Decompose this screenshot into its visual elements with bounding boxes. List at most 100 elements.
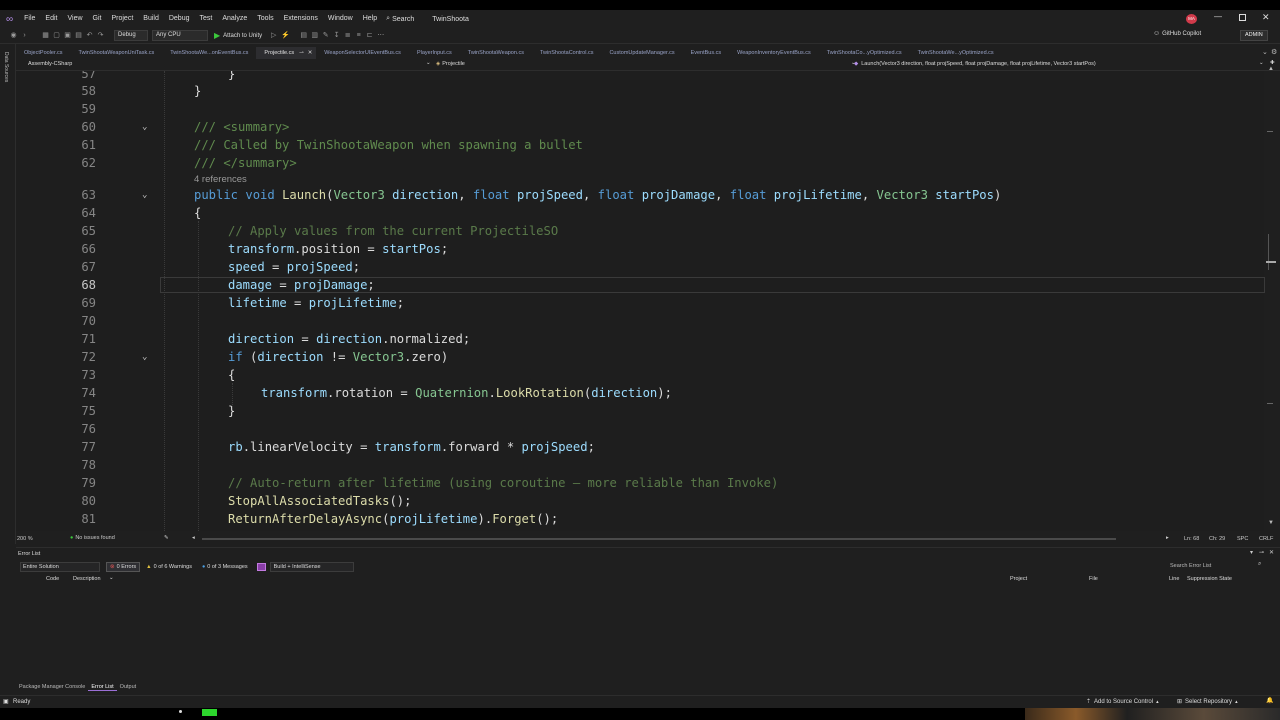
project-dropdown[interactable]: Assembly-CSharp xyxy=(28,61,72,67)
avatar[interactable]: MA xyxy=(1186,14,1197,24)
line-indicator[interactable]: Ln: 68 xyxy=(1184,536,1199,542)
tab-package-manager-console[interactable]: Package Manager Console xyxy=(16,684,88,690)
column-indicator[interactable]: Ch: 29 xyxy=(1209,536,1225,542)
member-dropdown[interactable]: ◆ Launch(Vector3 direction, float projSp… xyxy=(854,61,1096,67)
maximize-icon[interactable] xyxy=(1239,14,1246,21)
bookmark-icon[interactable]: ⊏ xyxy=(366,32,373,39)
close-panel-icon[interactable]: ✕ xyxy=(1269,549,1274,556)
browser-link-icon[interactable]: ▤ xyxy=(300,32,307,39)
menu-tools[interactable]: Tools xyxy=(252,10,278,28)
fold-chevron-icon[interactable]: ⌄ xyxy=(142,118,147,136)
tab-eventbus[interactable]: EventBus.cs xyxy=(683,47,730,59)
build-source-select[interactable]: Build + IntelliSense xyxy=(269,561,354,572)
menu-analyze[interactable]: Analyze xyxy=(217,10,252,28)
tab-twinshootacontrol[interactable]: TwinShootaControl.cs xyxy=(532,47,602,59)
column-suppression-state[interactable]: Suppression State xyxy=(1187,576,1232,582)
hscroll-right-icon[interactable]: ▸ xyxy=(1166,535,1169,541)
search-box[interactable]: ⌕ Search xyxy=(386,15,414,23)
errors-filter-toggle[interactable]: ⊗ 0 Errors xyxy=(106,561,141,572)
open-icon[interactable]: ▢ xyxy=(53,32,60,39)
tab-overflow-icon[interactable]: ⌄ xyxy=(1262,47,1268,59)
warnings-filter-toggle[interactable]: ▲ 0 of 6 Warnings xyxy=(146,564,192,570)
scope-select[interactable]: Entire Solution xyxy=(20,561,100,572)
start-without-debug-icon[interactable]: ▷ xyxy=(270,32,277,39)
tab-error-list[interactable]: Error List xyxy=(88,684,117,691)
type-dropdown[interactable]: ◈ Projectile xyxy=(436,61,465,67)
redo-icon[interactable]: ↷ xyxy=(97,32,104,39)
close-icon[interactable]: ✕ xyxy=(1262,12,1270,23)
hot-reload-icon[interactable]: ⚡ xyxy=(281,32,290,39)
save-all-icon[interactable]: ▤ xyxy=(75,32,82,39)
menu-extensions[interactable]: Extensions xyxy=(279,10,323,28)
menu-git[interactable]: Git xyxy=(88,10,107,28)
tab-objectpooler[interactable]: ObjectPooler.cs xyxy=(16,47,71,59)
tab-twinshootaweaponeventbus[interactable]: TwinShootaWe...onEventBus.cs xyxy=(162,47,256,59)
whitespace-indicator[interactable]: SPC xyxy=(1237,536,1248,542)
data-sources-tab[interactable]: Data Sources xyxy=(3,52,9,82)
configuration-select[interactable]: Debug xyxy=(114,30,148,41)
taskbar-app-icon[interactable] xyxy=(202,709,217,716)
column-line[interactable]: Line xyxy=(1169,576,1179,582)
fold-chevron-icon[interactable]: ⌄ xyxy=(142,348,147,366)
menu-file[interactable]: File xyxy=(19,10,40,28)
select-repository-button[interactable]: ⊞ Select Repository ▴ xyxy=(1177,698,1238,706)
tab-output[interactable]: Output xyxy=(117,684,140,690)
menu-view[interactable]: View xyxy=(62,10,87,28)
line-ending-indicator[interactable]: CRLF xyxy=(1259,536,1273,542)
notifications-icon[interactable]: 🔔 xyxy=(1266,697,1273,704)
minimize-icon[interactable]: — xyxy=(1214,12,1222,21)
tab-projectile[interactable]: Projectile.cs ⊸ ✕ xyxy=(256,47,317,59)
zoom-level[interactable]: 200 % xyxy=(17,536,33,542)
menu-help[interactable]: Help xyxy=(358,10,382,28)
menu-window[interactable]: Window xyxy=(323,10,358,28)
tab-weaponinventoryeventbus[interactable]: WeaponInventoryEventBus.cs xyxy=(729,47,819,59)
issues-indicator[interactable]: ● No issues found xyxy=(70,535,115,541)
play-icon[interactable]: ▶ xyxy=(214,31,220,40)
scrollbar-thumb[interactable] xyxy=(1268,234,1269,270)
menu-build[interactable]: Build xyxy=(138,10,164,28)
comment-icon[interactable]: ≡ xyxy=(355,32,362,39)
hscroll-left-icon[interactable]: ◂ xyxy=(192,535,195,541)
pin-panel-icon[interactable]: ⊸ xyxy=(1259,549,1264,556)
add-to-source-control-button[interactable]: ⇡ Add to Source Control ▴ xyxy=(1086,698,1159,706)
github-copilot-button[interactable]: ☺ GitHub Copilot xyxy=(1153,30,1201,37)
tab-twinshootaweaponunitask[interactable]: TwinShootaWeaponUniTask.cs xyxy=(71,47,163,59)
tab-customupdatemanager[interactable]: CustomUpdateManager.cs xyxy=(601,47,682,59)
back-icon[interactable]: ◉ xyxy=(10,32,17,39)
tab-twinshootaweapon[interactable]: TwinShootaWeapon.cs xyxy=(460,47,532,59)
menu-test[interactable]: Test xyxy=(195,10,218,28)
tab-twinshootacontroloptimized[interactable]: TwinShootaCo...yOptimized.cs xyxy=(819,47,910,59)
scroll-down-icon[interactable]: ▼ xyxy=(1268,520,1274,526)
format-icon[interactable]: ≣ xyxy=(344,32,351,39)
save-icon[interactable]: ▣ xyxy=(64,32,71,39)
fold-chevron-icon[interactable]: ⌄ xyxy=(142,186,147,204)
horizontal-scrollbar-thumb[interactable] xyxy=(202,538,1116,540)
forward-icon[interactable]: › xyxy=(21,32,28,39)
search-error-list-input[interactable]: Search Error List xyxy=(1168,561,1264,571)
column-description[interactable]: Description xyxy=(73,576,101,582)
tools-icon[interactable]: ✎ xyxy=(322,32,329,39)
menu-edit[interactable]: Edit xyxy=(40,10,62,28)
menu-project[interactable]: Project xyxy=(106,10,138,28)
tab-weaponselectoruieventbus[interactable]: WeaponSelectorUIEventBus.cs xyxy=(316,47,409,59)
settings-icon[interactable]: ⚙ xyxy=(1271,47,1277,59)
messages-filter-toggle[interactable]: ● 0 of 3 Messages xyxy=(202,564,248,570)
vertical-scrollbar[interactable]: ▲ ▼ xyxy=(1265,66,1280,531)
attach-to-unity-button[interactable]: Attach to Unity xyxy=(223,33,262,39)
filter-icon[interactable] xyxy=(256,562,266,571)
platform-select[interactable]: Any CPU xyxy=(152,30,208,41)
menu-debug[interactable]: Debug xyxy=(164,10,195,28)
close-tab-icon[interactable]: ✕ xyxy=(308,47,313,59)
layout-icon[interactable]: ▥ xyxy=(311,32,318,39)
pin-icon[interactable]: ⊸ xyxy=(299,47,304,59)
panel-menu-chevron-icon[interactable]: ▾ xyxy=(1250,549,1253,556)
codelens-references[interactable]: 4 references xyxy=(194,174,247,185)
step-icon[interactable]: ↧ xyxy=(333,32,340,39)
tab-playerinput[interactable]: PlayerInput.cs xyxy=(409,47,460,59)
column-code[interactable]: Code xyxy=(46,576,59,582)
scroll-up-icon[interactable]: ▲ xyxy=(1268,66,1274,72)
more-tools-icon[interactable]: ⋯ xyxy=(377,32,384,39)
brush-icon[interactable]: ✎ xyxy=(164,535,169,541)
column-project[interactable]: Project xyxy=(1010,576,1027,582)
column-file[interactable]: File xyxy=(1089,576,1098,582)
